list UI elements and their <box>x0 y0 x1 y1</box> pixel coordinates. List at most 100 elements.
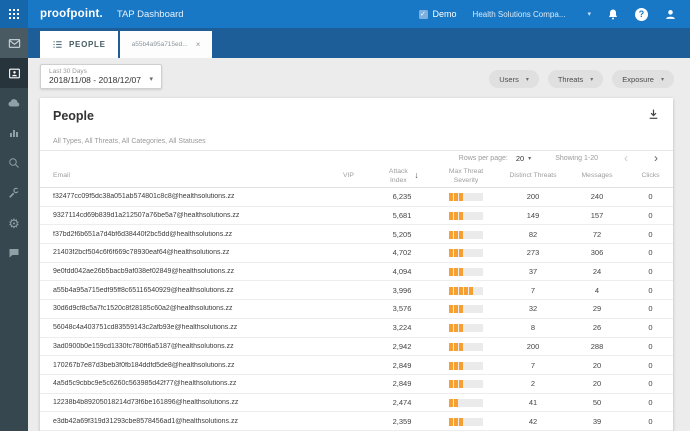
tab-person-detail[interactable]: a55b4a95a715ed... × <box>119 31 213 58</box>
cell-email[interactable]: 56048c4a403751cd83559143c2afb93e@healths… <box>53 324 325 331</box>
users-filter-button[interactable]: Users ▾ <box>489 70 539 88</box>
column-header-clicks[interactable]: Clicks <box>628 171 673 180</box>
sidebar-item-cloud[interactable] <box>0 88 28 118</box>
cell-email[interactable]: f37bd2f6b651a7d4bf6d38440f2bc5dd@healths… <box>53 231 325 238</box>
cell-email[interactable]: e3db42a69f319d31293cbe8578456ad1@healths… <box>53 418 325 425</box>
table-row[interactable]: e3db42a69f319d31293cbe8578456ad1@healths… <box>40 412 673 431</box>
rows-per-page-select[interactable]: 20 ▾ <box>516 154 531 163</box>
table-row[interactable]: 170267b7e87d3beb3f0fb184ddfd5de8@healths… <box>40 356 673 375</box>
date-range-label: Last 30 Days <box>49 68 87 75</box>
table-row[interactable]: 9327114cd69b839d1a212507a76be5a7@healths… <box>40 206 673 226</box>
sidebar-item-reports[interactable] <box>0 118 28 148</box>
sidebar-item-search[interactable] <box>0 148 28 178</box>
table-row[interactable]: 56048c4a403751cd83559143c2afb93e@healths… <box>40 318 673 338</box>
cell-messages: 24 <box>592 267 602 277</box>
severity-bar <box>449 249 483 258</box>
cell-max-threat-severity <box>432 398 500 407</box>
cell-email[interactable]: 30d6d9cf8c5a7fc1520c8f28185c60a2@healths… <box>53 305 325 312</box>
gear-icon: ⚙ <box>8 215 20 231</box>
column-header-distinct-threats[interactable]: Distinct Threats <box>500 171 566 180</box>
header-actions: ✓ Demo Health Solutions Compa... ▾ ? <box>418 7 690 21</box>
column-header-max-threat-severity[interactable]: Max Threat Severity <box>432 167 500 185</box>
rows-per-page-label: Rows per page: <box>458 154 508 162</box>
table-row[interactable]: 4a5d5c9cbbc9e5c6260c563985d42f77@healths… <box>40 374 673 394</box>
chevron-down-icon: ▾ <box>149 76 153 83</box>
cell-attack-index: 5,205 <box>392 229 412 239</box>
severity-bar <box>449 380 483 389</box>
sidebar-item-settings[interactable]: ⚙ <box>0 208 28 238</box>
cell-email[interactable]: 21403f2bcf504c6f6f669c78930eaf64@healths… <box>53 249 325 256</box>
severity-bar <box>449 324 483 333</box>
filter-buttons: Users ▾ Threats ▾ Exposure ▾ <box>489 70 674 88</box>
mail-icon <box>8 38 20 48</box>
tab-people[interactable]: PEOPLE <box>40 31 118 58</box>
sidebar-item-people[interactable] <box>0 58 28 88</box>
cell-distinct-threats: 2 <box>530 379 536 389</box>
cell-email[interactable]: f32477cc09f5dc38a051ab574801c8c8@healths… <box>53 193 325 200</box>
severity-bar <box>449 398 483 407</box>
sort-desc-icon: ↓ <box>414 170 419 181</box>
chevron-down-icon: ▾ <box>528 155 532 162</box>
severity-bar <box>449 342 483 351</box>
cell-distinct-threats: 37 <box>528 267 538 277</box>
cell-max-threat-severity <box>432 323 500 333</box>
download-button[interactable] <box>647 108 660 121</box>
user-icon[interactable] <box>664 8 677 21</box>
help-icon[interactable]: ? <box>635 7 648 21</box>
cell-max-threat-severity <box>432 342 500 351</box>
threats-filter-button[interactable]: Threats ▾ <box>547 70 604 88</box>
cell-email[interactable]: 12238b4b89205018214d73f6be161896@healths… <box>53 399 325 406</box>
apps-grid-button[interactable] <box>0 0 28 28</box>
table-row[interactable]: 12238b4b89205018214d73f6be161896@healths… <box>40 393 673 413</box>
org-selector[interactable]: Health Solutions Compa... ▾ <box>473 10 591 19</box>
date-range-picker[interactable]: Last 30 Days 2018/11/08 - 2018/12/07 ▾ <box>40 64 162 89</box>
cell-clicks: 0 <box>648 416 653 426</box>
cell-email[interactable]: a55b4a95a715edf95ff8c65116540929@healths… <box>53 287 325 294</box>
prev-page-button[interactable]: ‹ <box>624 152 628 164</box>
cell-email[interactable]: 9e0fdd042ae26b5bacb9af038ef02849@healths… <box>53 268 325 275</box>
chevron-down-icon: ▾ <box>587 11 591 18</box>
next-page-button[interactable]: › <box>654 152 658 164</box>
table-row[interactable]: f37bd2f6b651a7d4bf6d38440f2bc5dd@healths… <box>40 225 673 245</box>
cell-attack-index: 6,235 <box>392 192 412 202</box>
cell-messages: 288 <box>590 341 604 351</box>
cell-attack-index: 3,996 <box>392 285 412 295</box>
table-row[interactable]: 9e0fdd042ae26b5bacb9af038ef02849@healths… <box>40 262 673 282</box>
cell-messages: 240 <box>590 192 604 202</box>
download-icon <box>649 109 658 119</box>
cell-clicks: 0 <box>648 285 653 295</box>
close-icon[interactable]: × <box>196 40 201 49</box>
sidebar-item-mail[interactable] <box>0 28 28 58</box>
column-header-vip[interactable]: VIP <box>325 171 372 180</box>
cell-distinct-threats: 149 <box>526 211 540 221</box>
column-header-messages[interactable]: Messages <box>566 171 628 180</box>
column-header-email[interactable]: Email <box>53 171 325 180</box>
cell-max-threat-severity <box>432 248 500 258</box>
checkbox-checked-icon[interactable]: ✓ <box>418 9 428 19</box>
cell-attack-index: 4,094 <box>392 267 412 277</box>
table-row[interactable]: f32477cc09f5dc38a051ab574801c8c8@healths… <box>40 188 673 207</box>
exposure-filter-button[interactable]: Exposure ▾ <box>612 70 674 88</box>
column-header-attack-index[interactable]: Attack Index ↓ <box>372 167 432 185</box>
demo-label: Demo <box>432 9 457 19</box>
cell-email[interactable]: 4a5d5c9cbbc9e5c6260c563985d42f77@healths… <box>53 380 325 387</box>
cell-email[interactable]: 3ad0900b0e159cd1330fc780ff6a5187@healths… <box>53 343 325 350</box>
cell-distinct-threats: 200 <box>526 341 540 351</box>
sidebar-item-feedback[interactable] <box>0 238 28 268</box>
cell-email[interactable]: 9327114cd69b839d1a212507a76be5a7@healths… <box>53 212 325 219</box>
cell-distinct-threats: 273 <box>526 248 540 258</box>
sidebar: ⚙ <box>0 28 28 431</box>
bell-icon[interactable] <box>607 8 619 21</box>
sidebar-item-tools[interactable] <box>0 178 28 208</box>
cell-attack-index: 2,849 <box>392 379 412 389</box>
cell-distinct-threats: 7 <box>530 285 536 295</box>
table-row[interactable]: 30d6d9cf8c5a7fc1520c8f28185c60a2@healths… <box>40 300 673 319</box>
table-row[interactable]: a55b4a95a715edf95ff8c65116540929@healths… <box>40 281 673 301</box>
table-row[interactable]: 21403f2bcf504c6f6f669c78930eaf64@healths… <box>40 244 673 263</box>
cell-email[interactable]: 170267b7e87d3beb3f0fb184ddfd5de8@healths… <box>53 362 325 369</box>
cell-attack-index: 4,702 <box>392 248 412 258</box>
table-row[interactable]: 3ad0900b0e159cd1330fc780ff6a5187@healths… <box>40 337 673 357</box>
demo-toggle[interactable]: ✓ Demo <box>418 9 457 19</box>
tab-person-detail-label: a55b4a95a715ed... <box>131 41 188 48</box>
cell-clicks: 0 <box>648 211 653 221</box>
